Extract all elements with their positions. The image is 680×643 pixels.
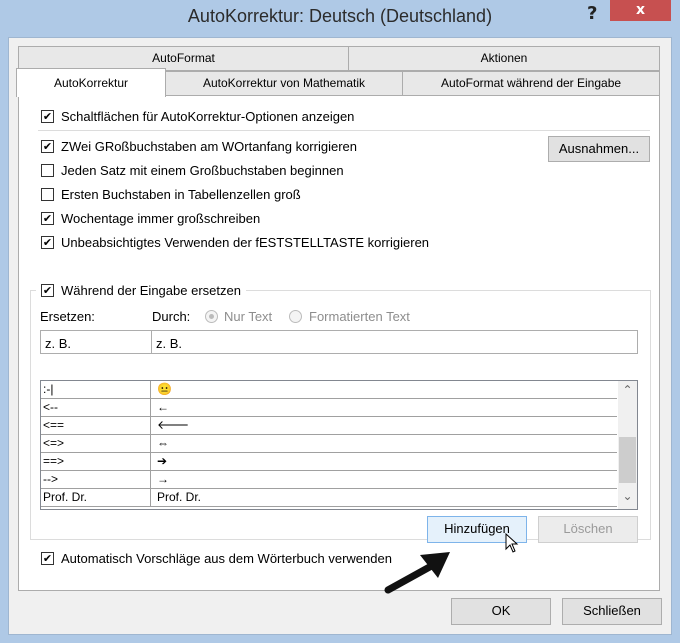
list-item[interactable]: <== 🡐 bbox=[41, 417, 617, 435]
delete-button[interactable]: Löschen bbox=[538, 516, 638, 543]
option-label: Jeden Satz mit einem Großbuchstaben begi… bbox=[61, 163, 344, 178]
close-button[interactable]: x bbox=[610, 0, 671, 21]
pointer-arrow-icon bbox=[384, 552, 450, 594]
list-item-with: Prof. Dr. bbox=[157, 490, 202, 504]
option-checkbox[interactable] bbox=[41, 164, 54, 177]
option-label: Wochentage immer großschreiben bbox=[61, 211, 261, 226]
list-item-replace: --> bbox=[43, 471, 151, 489]
list-item-with: 😐 bbox=[157, 382, 172, 396]
mouse-cursor-icon bbox=[505, 533, 519, 553]
option-label: Unbeabsichtigtes Verwenden der fESTSTELL… bbox=[61, 235, 430, 250]
with-input[interactable]: z. B. bbox=[151, 330, 638, 354]
suggestions-label: Automatisch Vorschläge aus dem Wörterbuc… bbox=[61, 551, 392, 566]
tab-math[interactable]: AutoKorrektur von Mathematik bbox=[165, 71, 403, 96]
tab-autoformat-input[interactable]: AutoFormat während der Eingabe bbox=[402, 71, 660, 96]
list-item-with: ➔ bbox=[157, 454, 168, 468]
list-item-replace: <-- bbox=[43, 399, 151, 417]
list-item[interactable]: ==> ➔ bbox=[41, 453, 617, 471]
list-item-replace: <=> bbox=[43, 435, 151, 453]
option-checkbox[interactable]: ✔ bbox=[41, 236, 54, 249]
exceptions-button[interactable]: Ausnahmen... bbox=[548, 136, 650, 162]
list-item-replace: Prof. Dr. bbox=[43, 489, 151, 507]
list-item[interactable]: <-- ← bbox=[41, 399, 617, 417]
list-item-replace: :-| bbox=[43, 381, 151, 399]
suggestions-checkbox[interactable]: ✔ bbox=[41, 552, 54, 565]
replacement-list[interactable]: :-| 😐 <-- ← <== 🡐 <=> ⇔ ==> ➔ --> → Prof. Dr. Prof. D… bbox=[40, 380, 638, 510]
option-checkbox[interactable] bbox=[41, 188, 54, 201]
tab-autokorrektur[interactable]: AutoKorrektur bbox=[16, 68, 166, 97]
list-item-with: ⇔ bbox=[157, 436, 169, 450]
list-item[interactable]: --> → bbox=[41, 471, 617, 489]
replace-label: Während der Eingabe ersetzen bbox=[61, 283, 241, 298]
list-item-with: 🡐 bbox=[157, 418, 190, 432]
list-item-replace: <== bbox=[43, 417, 151, 435]
option-checkbox[interactable]: ✔ bbox=[41, 212, 54, 225]
ok-button[interactable]: OK bbox=[451, 598, 551, 625]
option-label: Schaltflächen für AutoKorrektur-Optionen… bbox=[61, 109, 355, 124]
radio-plain-text[interactable] bbox=[205, 310, 218, 323]
list-item-with: → bbox=[157, 472, 169, 486]
option-label: ZWei GRoßbuchstaben am WOrtanfang korrig… bbox=[61, 139, 357, 154]
tab-aktionen[interactable]: Aktionen bbox=[348, 46, 660, 71]
list-item[interactable]: <=> ⇔ bbox=[41, 435, 617, 453]
replace-input[interactable]: z. B. bbox=[40, 330, 152, 354]
replace-field-label: Ersetzen: bbox=[40, 309, 95, 324]
scroll-up-icon[interactable]: ⌃ bbox=[618, 383, 637, 397]
window-title: AutoKorrektur: Deutsch (Deutschland) bbox=[187, 6, 493, 26]
list-item[interactable]: Prof. Dr. Prof. Dr. bbox=[41, 489, 617, 507]
list-item-with: ← bbox=[157, 400, 169, 414]
divider bbox=[38, 130, 650, 131]
list-item-replace: ==> bbox=[43, 453, 151, 471]
list-item[interactable]: :-| 😐 bbox=[41, 381, 617, 399]
radio-plain-label: Nur Text bbox=[224, 309, 273, 324]
option-checkbox[interactable]: ✔ bbox=[41, 140, 54, 153]
replace-checkbox[interactable]: ✔ bbox=[41, 284, 54, 297]
scroll-thumb[interactable] bbox=[619, 437, 636, 483]
radio-formatted-label: Formatierten Text bbox=[309, 309, 410, 324]
option-checkbox[interactable]: ✔ bbox=[41, 110, 54, 123]
with-field-label: Durch: bbox=[152, 309, 191, 324]
option-label: Ersten Buchstaben in Tabellenzellen groß bbox=[61, 187, 301, 202]
scroll-down-icon[interactable]: ⌄ bbox=[618, 489, 637, 503]
radio-formatted-text[interactable] bbox=[289, 310, 302, 323]
scrollbar[interactable]: ⌃ ⌄ bbox=[618, 381, 637, 509]
help-button[interactable]: ? bbox=[587, 3, 597, 24]
close-dialog-button[interactable]: Schließen bbox=[562, 598, 662, 625]
